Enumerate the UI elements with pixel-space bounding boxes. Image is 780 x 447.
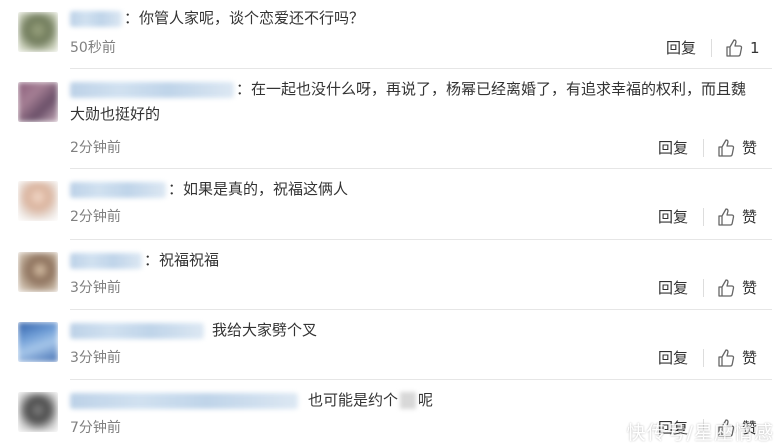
comment-text: 我给大家劈个叉 — [70, 318, 756, 343]
comment-item: ：你管人家呢，谈个恋爱还不行吗？ 50秒前 回复 1 — [0, 0, 780, 70]
action-divider — [703, 208, 704, 226]
like-count[interactable]: 1 — [750, 38, 760, 58]
blurred-username[interactable] — [70, 181, 166, 198]
comment-time: 2分钟前 — [70, 209, 121, 225]
reply-button[interactable]: 回复 — [658, 278, 688, 298]
avatar[interactable] — [18, 181, 58, 221]
comment-time: 7分钟前 — [70, 420, 121, 436]
comment-text: 也可能是约个呢 — [70, 388, 756, 413]
comment-text: ：祝福祝福 — [70, 248, 756, 273]
comment-item: 我给大家劈个叉 3分钟前 回复 赞 — [0, 310, 780, 380]
watermark: 快传号/星座情感 — [626, 422, 774, 444]
reply-button[interactable]: 回复 — [658, 207, 688, 227]
action-divider — [703, 279, 704, 297]
thumbs-up-icon[interactable] — [716, 348, 736, 368]
comment-text: ：你管人家呢，谈个恋爱还不行吗？ — [70, 6, 756, 31]
avatar[interactable] — [18, 392, 58, 432]
reply-button[interactable]: 回复 — [658, 348, 688, 368]
censored-word — [400, 392, 417, 409]
comment-item: ：祝福祝福 3分钟前 回复 赞 — [0, 240, 780, 310]
avatar[interactable] — [18, 252, 58, 292]
like-button-label[interactable]: 赞 — [742, 348, 757, 368]
comment-item: ：在一起也没什么呀，再说了，杨幂已经离婚了，有追求幸福的权利，而且魏大勋也挺好的… — [0, 69, 780, 169]
thumbs-up-icon[interactable] — [724, 38, 744, 58]
like-button-label[interactable]: 赞 — [742, 278, 757, 298]
avatar[interactable] — [18, 322, 58, 362]
comment-time: 50秒前 — [70, 40, 116, 56]
blurred-username[interactable] — [70, 10, 122, 27]
action-divider — [703, 139, 704, 157]
thumbs-up-icon[interactable] — [716, 138, 736, 158]
blurred-username[interactable] — [70, 392, 298, 409]
comment-text: ：在一起也没什么呀，再说了，杨幂已经离婚了，有追求幸福的权利，而且魏大勋也挺好的 — [70, 80, 747, 123]
comment-item: ：如果是真的，祝福这俩人 2分钟前 回复 赞 — [0, 169, 780, 239]
comment-time: 3分钟前 — [70, 280, 121, 296]
avatar[interactable] — [18, 12, 58, 52]
thumbs-up-icon[interactable] — [716, 207, 736, 227]
avatar[interactable] — [18, 82, 58, 122]
like-button-label[interactable]: 赞 — [742, 207, 757, 227]
blurred-username[interactable] — [70, 322, 204, 339]
comment-text: ：如果是真的，祝福这俩人 — [70, 177, 756, 202]
blurred-username[interactable] — [70, 252, 142, 269]
comment-time: 3分钟前 — [70, 350, 121, 366]
action-divider — [711, 39, 712, 57]
blurred-username[interactable] — [70, 81, 234, 98]
like-button-label[interactable]: 赞 — [742, 138, 757, 158]
thumbs-up-icon[interactable] — [716, 278, 736, 298]
comment-time: 2分钟前 — [70, 140, 121, 156]
reply-button[interactable]: 回复 — [666, 38, 696, 58]
action-divider — [703, 349, 704, 367]
reply-button[interactable]: 回复 — [658, 138, 688, 158]
